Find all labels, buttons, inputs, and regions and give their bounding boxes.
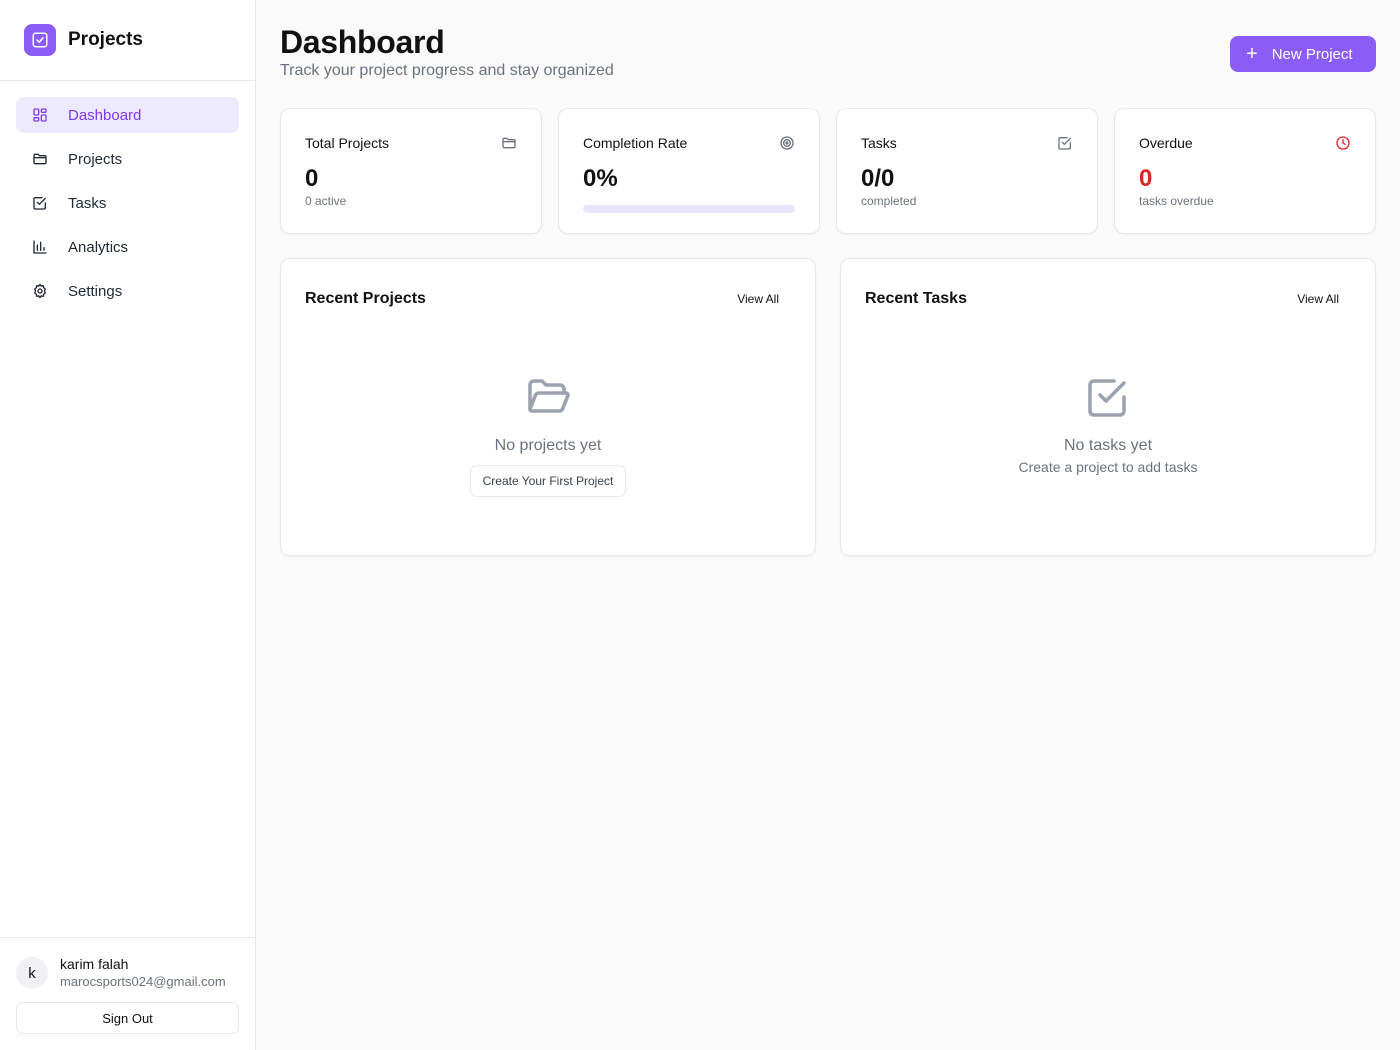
- panel-title: Recent Projects: [305, 290, 426, 307]
- stat-title: Completion Rate: [583, 135, 688, 151]
- recent-projects-panel: Recent Projects View All No projects yet…: [280, 258, 816, 556]
- check-square-icon: [1084, 373, 1132, 421]
- stat-sub: tasks overdue: [1139, 194, 1214, 208]
- folder-icon: [32, 151, 48, 167]
- view-all-projects-link[interactable]: View All: [737, 292, 779, 306]
- panels-row: Recent Projects View All No projects yet…: [280, 258, 1376, 556]
- sidebar-item-tasks[interactable]: Tasks: [16, 185, 239, 221]
- stat-value: 0: [305, 165, 319, 192]
- sign-out-button[interactable]: Sign Out: [16, 1002, 239, 1034]
- view-all-tasks-link[interactable]: View All: [1297, 292, 1339, 306]
- page-title: Dashboard: [280, 24, 445, 60]
- sidebar-item-label: Tasks: [68, 194, 107, 212]
- gear-icon: [32, 283, 48, 299]
- sidebar: Projects Dashboard Projects Tasks Analyt…: [0, 0, 256, 1050]
- new-project-button[interactable]: + New Project: [1230, 36, 1376, 72]
- stat-title: Overdue: [1139, 135, 1193, 151]
- bar-chart-icon: [32, 239, 48, 255]
- folder-open-icon: [524, 373, 572, 421]
- stat-value: 0/0: [861, 165, 895, 192]
- empty-state: No tasks yet Create a project to add tas…: [841, 373, 1375, 475]
- empty-state: No projects yet Create Your First Projec…: [281, 373, 815, 497]
- empty-text: No projects yet: [494, 437, 602, 454]
- check-square-icon: [32, 195, 48, 211]
- recent-tasks-panel: Recent Tasks View All No tasks yet Creat…: [840, 258, 1376, 556]
- panel-title: Recent Tasks: [865, 290, 967, 307]
- brand[interactable]: Projects: [0, 0, 255, 81]
- sidebar-item-label: Analytics: [68, 238, 129, 256]
- sidebar-item-analytics[interactable]: Analytics: [16, 229, 239, 265]
- clock-icon: [1335, 135, 1351, 151]
- stat-card-overdue: Overdue 0 tasks overdue: [1114, 108, 1376, 234]
- user-info: karim falah marocsports024@gmail.com: [60, 956, 226, 990]
- stat-title: Total Projects: [305, 135, 390, 151]
- sidebar-nav: Dashboard Projects Tasks Analytics Setti…: [0, 81, 255, 309]
- empty-subtext: Create a project to add tasks: [1018, 459, 1198, 475]
- stat-card-total-projects: Total Projects 0 0 active: [280, 108, 542, 234]
- avatar[interactable]: k: [16, 957, 48, 989]
- plus-icon: +: [1246, 43, 1258, 65]
- stat-title: Tasks: [861, 135, 897, 151]
- app-name: Projects: [68, 29, 143, 50]
- new-project-label: New Project: [1271, 45, 1353, 63]
- user-panel: k karim falah marocsports024@gmail.com S…: [0, 937, 255, 1050]
- stat-value: 0: [1139, 165, 1153, 192]
- stat-card-tasks: Tasks 0/0 completed: [836, 108, 1098, 234]
- user-email: marocsports024@gmail.com: [60, 974, 226, 989]
- sidebar-item-label: Dashboard: [68, 106, 142, 124]
- folder-icon: [501, 135, 517, 151]
- stat-value: 0%: [583, 165, 618, 192]
- sidebar-item-dashboard[interactable]: Dashboard: [16, 97, 239, 133]
- user-row: k karim falah marocsports024@gmail.com: [16, 956, 239, 990]
- sidebar-item-label: Settings: [68, 282, 123, 300]
- sidebar-item-label: Projects: [68, 150, 123, 168]
- stat-sub: 0 active: [305, 194, 347, 208]
- grid-icon: [32, 107, 48, 123]
- stats-row: Total Projects 0 0 active Completion Rat…: [280, 108, 1376, 234]
- user-name: karim falah: [60, 956, 129, 972]
- app-logo-icon: [24, 24, 56, 56]
- sidebar-item-settings[interactable]: Settings: [16, 273, 239, 309]
- check-square-icon: [1057, 135, 1073, 151]
- sidebar-item-projects[interactable]: Projects: [16, 141, 239, 177]
- target-icon: [779, 135, 795, 151]
- page-subtitle: Track your project progress and stay org…: [280, 62, 614, 79]
- completion-progress-bar: [583, 205, 795, 213]
- stat-card-completion-rate: Completion Rate 0%: [558, 108, 820, 234]
- empty-text: No tasks yet: [1063, 437, 1153, 454]
- main-content: Dashboard Track your project progress an…: [256, 0, 1400, 1050]
- create-first-project-button[interactable]: Create Your First Project: [469, 465, 627, 497]
- stat-sub: completed: [861, 194, 917, 208]
